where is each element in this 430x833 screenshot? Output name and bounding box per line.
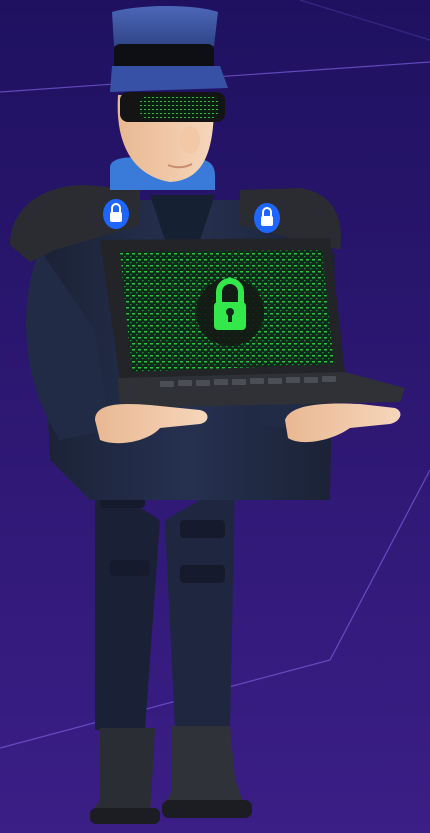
padlock-icon <box>196 278 264 346</box>
visor-sunglasses <box>120 92 225 122</box>
police-cap <box>110 6 228 92</box>
illustration-scene <box>0 0 430 833</box>
